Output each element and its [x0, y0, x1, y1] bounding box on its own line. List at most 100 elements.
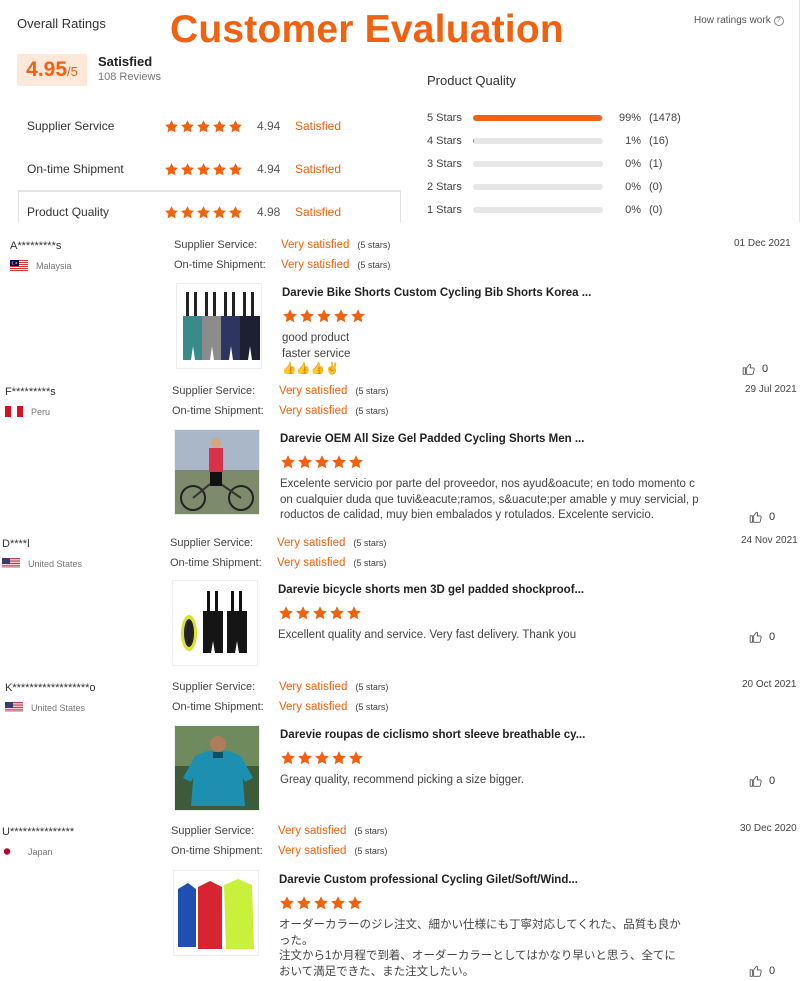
rating-stars-count: (5 stars) [355, 406, 389, 416]
review-date: 30 Dec 2020 [740, 823, 797, 834]
review-stars [280, 454, 364, 470]
review-text: good product faster service 👍👍👍✌ [282, 331, 740, 378]
star-icon [164, 205, 179, 220]
like-count: 0 [769, 631, 776, 643]
product-title-link[interactable]: Darevie Bike Shorts Custom Cycling Bib S… [282, 287, 591, 299]
rating-status: Very satisfied [278, 825, 347, 837]
distribution-percent: 1% [625, 135, 641, 147]
distribution-label: 2 Stars [427, 181, 462, 193]
reviewer-name: K******************o [5, 682, 96, 694]
metric-status: Satisfied [295, 119, 342, 133]
country-name: United States [31, 702, 86, 713]
review-text-line: good product [282, 332, 350, 344]
star-icon [180, 205, 195, 220]
rating-stars-count: (5 stars) [355, 386, 389, 396]
like-count: 0 [769, 511, 776, 523]
how-ratings-work-link[interactable]: How ratings work? [694, 15, 784, 26]
metric-ontime-shipment[interactable]: On-time Shipment 4.94 Satisfied [27, 159, 397, 179]
rating-label: Supplier Service: [171, 825, 255, 837]
rating-status: Very satisfied [279, 405, 348, 417]
star-icon [212, 162, 227, 177]
rating-status: Very satisfied [281, 239, 350, 251]
help-icon[interactable]: ? [773, 16, 784, 26]
supplier-service-rating: Supplier Service: Very satisfied (5 stars) [171, 825, 387, 837]
like-button[interactable]: 0 [749, 964, 775, 978]
metric-stars [164, 119, 257, 134]
rating-label: Supplier Service: [174, 239, 258, 251]
metric-status: Satisfied [295, 162, 342, 176]
star-icon [312, 605, 328, 621]
product-thumbnail[interactable] [174, 429, 260, 515]
distribution-label: 3 Stars [427, 158, 462, 170]
star-icon [348, 750, 364, 766]
reviewer-name: D****l [2, 538, 30, 550]
product-title-link[interactable]: Darevie roupas de ciclismo short sleeve … [280, 729, 585, 741]
rating-label: On-time Shipment: [171, 845, 263, 857]
like-count: 0 [769, 965, 776, 977]
metric-product-quality[interactable]: Product Quality 4.98 Satisfied [27, 202, 397, 222]
rating-label: Supplier Service: [172, 385, 256, 397]
rating-stars-count: (5 stars) [357, 260, 391, 270]
star-icon [228, 162, 243, 177]
distribution-row[interactable]: 4 Stars 1% (16) [427, 134, 687, 148]
reviewer-country: Peru [5, 406, 50, 417]
rating-label: On-time Shipment: [172, 405, 264, 417]
rating-stars-count: (5 stars) [354, 846, 388, 856]
review-text: オーダーカラーのジレ注文、細かい仕様にも丁寧対応してくれた、品質も良か った。 注文… [279, 918, 740, 980]
reviewer-country: Japan [2, 846, 53, 857]
distribution-percent: 0% [625, 181, 641, 193]
product-thumbnail[interactable] [176, 283, 262, 369]
country-name: Peru [31, 406, 51, 417]
country-name: Japan [28, 846, 53, 857]
usa-flag-icon [2, 558, 20, 569]
distribution-row[interactable]: 1 Stars 0% (0) [427, 203, 687, 217]
reviewer-name: F*********s [5, 386, 56, 398]
distribution-label: 1 Stars [427, 204, 462, 216]
product-title-link[interactable]: Darevie Custom professional Cycling Gile… [279, 874, 578, 886]
distribution-label: 4 Stars [427, 135, 462, 147]
like-button[interactable]: 0 [742, 362, 768, 376]
ontime-shipment-rating: On-time Shipment: Very satisfied (5 stars) [174, 259, 390, 271]
distribution-row[interactable]: 2 Stars 0% (0) [427, 180, 687, 194]
star-icon [350, 308, 366, 324]
reviews-count: 108 Reviews [98, 71, 161, 83]
star-icon [280, 454, 296, 470]
review-text: Excelente servicio por parte del proveed… [280, 477, 740, 524]
star-icon [347, 895, 363, 911]
review-stars [278, 605, 362, 621]
like-button[interactable]: 0 [749, 774, 775, 788]
thumbs-up-icon [749, 511, 762, 523]
metric-status: Satisfied [295, 205, 342, 219]
metric-stars [164, 162, 257, 177]
distribution-count: (0) [649, 181, 663, 193]
metric-label: On-time Shipment [27, 162, 124, 176]
review-text-line: Excelente servicio por parte del proveed… [280, 478, 695, 490]
metric-supplier-service[interactable]: Supplier Service 4.94 Satisfied [27, 116, 397, 136]
review-date: 01 Dec 2021 [734, 238, 791, 249]
rating-status: Very satisfied [277, 557, 346, 569]
ontime-shipment-rating: On-time Shipment: Very satisfied (5 stars) [170, 557, 386, 569]
star-icon [278, 605, 294, 621]
product-thumbnail[interactable] [172, 580, 258, 666]
thumbs-up-icon [749, 631, 762, 643]
review-text-line: Excellent quality and service. Very fast… [278, 629, 577, 641]
distribution-count: (1) [649, 158, 663, 170]
star-icon [330, 895, 346, 911]
star-icon [212, 119, 227, 134]
review-date: 24 Nov 2021 [741, 535, 798, 546]
distribution-label: 5 Stars [427, 112, 462, 124]
product-thumbnail[interactable] [174, 725, 260, 811]
distribution-row[interactable]: 3 Stars 0% (1) [427, 157, 687, 171]
like-button[interactable]: 0 [749, 510, 775, 524]
how-ratings-work-label[interactable]: How ratings work [694, 15, 771, 26]
product-title-link[interactable]: Darevie bicycle shorts men 3D gel padded… [278, 584, 584, 596]
overall-score-status: Satisfied [98, 54, 153, 69]
product-thumbnail[interactable] [173, 870, 259, 956]
reviewer-name: U*************** [2, 826, 75, 838]
product-title-link[interactable]: Darevie OEM All Size Gel Padded Cycling … [280, 433, 584, 445]
usa-flag-icon [5, 702, 23, 713]
rating-stars-count: (5 stars) [353, 538, 387, 548]
like-button[interactable]: 0 [749, 630, 775, 644]
reviewer-name: A*********s [10, 240, 62, 252]
distribution-row[interactable]: 5 Stars 99% (1478) [427, 111, 687, 125]
